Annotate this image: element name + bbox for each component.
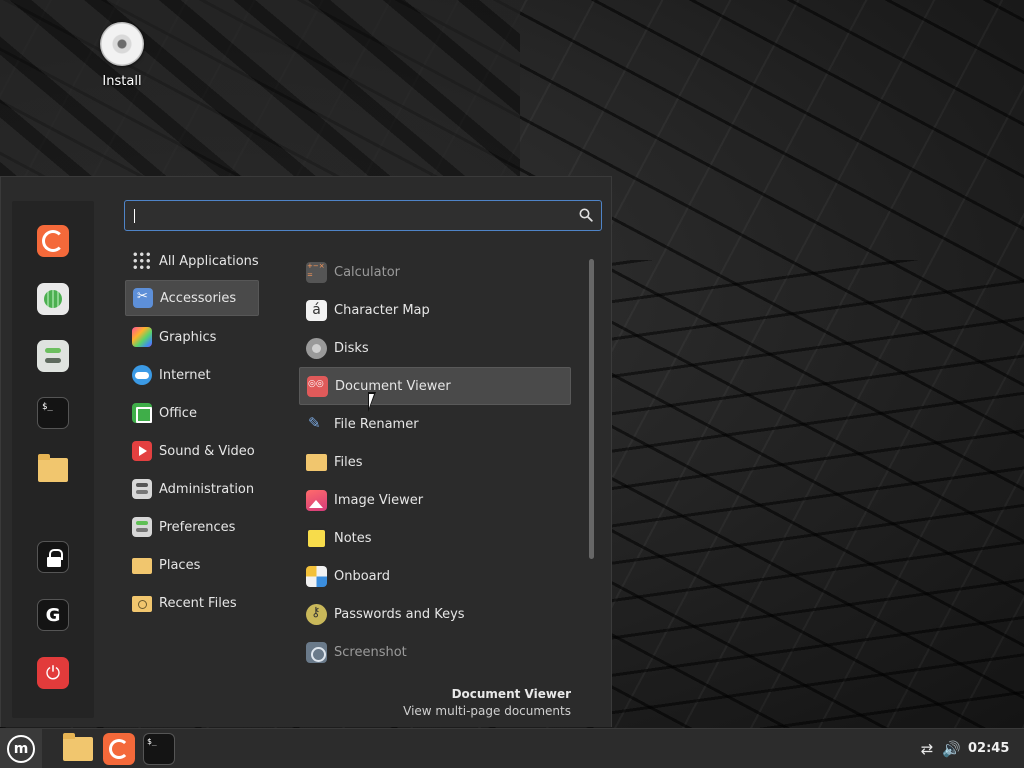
power-icon[interactable]: ⏻ (37, 657, 69, 689)
category-preferences[interactable]: Preferences (125, 509, 259, 545)
app-disks[interactable]: Disks (299, 329, 571, 367)
category-accessories[interactable]: Accessories (125, 280, 259, 316)
app-label: Character Map (334, 302, 430, 318)
app-label: Calculator (334, 264, 401, 280)
category-label: Internet (159, 367, 211, 383)
calculator-icon (306, 261, 327, 283)
favorites-bar: $_ G ⏻ (12, 201, 94, 718)
app-onboard[interactable]: Onboard (299, 557, 571, 595)
app-character-map[interactable]: á Character Map (299, 291, 571, 329)
category-label: Places (159, 557, 201, 573)
app-image-viewer[interactable]: Image Viewer (299, 481, 571, 519)
folder-icon[interactable] (37, 454, 69, 486)
search-box[interactable] (124, 200, 602, 231)
sound-video-icon (132, 441, 152, 461)
scrollbar-thumb[interactable] (589, 259, 594, 559)
app-calculator[interactable]: Calculator (299, 253, 571, 291)
category-sound-video[interactable]: Sound & Video (125, 433, 259, 469)
category-label: All Applications (159, 253, 259, 269)
applications-list[interactable]: Calculator á Character Map Disks Documen… (299, 239, 579, 689)
category-label: Administration (159, 481, 255, 497)
terminal-icon[interactable]: $_ (143, 733, 175, 765)
app-label: File Renamer (334, 416, 419, 432)
app-screenshot[interactable]: Screenshot (299, 633, 571, 671)
lock-icon[interactable] (37, 541, 69, 573)
accessories-icon (133, 288, 153, 308)
firefox-icon[interactable] (103, 733, 135, 765)
category-recent-files[interactable]: Recent Files (125, 585, 259, 621)
desktop-icon-install[interactable]: Install (92, 22, 152, 89)
wallpaper-pattern (0, 0, 520, 180)
application-menu: $_ G ⏻ All Applications Accessories Grap… (0, 176, 612, 727)
settings-toggle-icon[interactable] (37, 340, 69, 372)
app-files[interactable]: Files (299, 443, 571, 481)
app-passwords-and-keys[interactable]: Passwords and Keys (299, 595, 571, 633)
screenshot-icon (306, 641, 327, 663)
software-manager-icon[interactable] (37, 283, 69, 315)
folder-icon (63, 733, 93, 761)
image-viewer-icon (306, 489, 327, 511)
folder-icon (132, 558, 152, 574)
text-caret (134, 209, 135, 223)
app-label: Onboard (334, 568, 391, 584)
disc-icon (100, 22, 144, 66)
category-label: Graphics (159, 329, 217, 345)
folder-icon (306, 453, 327, 471)
category-label: Recent Files (159, 595, 237, 611)
panel-launcher-files[interactable] (62, 733, 94, 765)
search-input[interactable] (131, 205, 571, 227)
wallpaper-lines (600, 260, 1024, 728)
file-renamer-icon (306, 414, 327, 435)
category-label: Accessories (160, 290, 237, 306)
category-label: Sound & Video (159, 443, 255, 459)
app-notes[interactable]: Notes (299, 519, 571, 557)
clock[interactable]: 02:45 (968, 741, 1009, 756)
menu-button[interactable]: m (0, 729, 42, 768)
recent-files-icon (132, 596, 152, 612)
category-graphics[interactable]: Graphics (125, 319, 259, 355)
app-label: Files (334, 454, 363, 470)
preferences-icon (132, 517, 152, 537)
category-administration[interactable]: Administration (125, 471, 259, 507)
app-label: Notes (334, 530, 372, 546)
search-icon[interactable] (579, 208, 593, 222)
administration-icon (132, 479, 152, 499)
mint-logo-icon: m (7, 735, 35, 763)
app-label: Passwords and Keys (334, 606, 465, 622)
category-places[interactable]: Places (125, 547, 259, 583)
firefox-icon[interactable] (37, 225, 69, 257)
mouse-pointer-icon (368, 392, 384, 412)
passwords-keys-icon (306, 603, 327, 625)
app-file-renamer[interactable]: File Renamer (299, 405, 571, 443)
category-all-applications[interactable]: All Applications (125, 243, 259, 279)
app-label: Document Viewer (335, 378, 451, 394)
terminal-icon[interactable]: $_ (37, 397, 69, 429)
app-label: Screenshot (334, 644, 407, 660)
category-internet[interactable]: Internet (125, 357, 259, 393)
graphics-icon (132, 327, 152, 347)
category-label: Preferences (159, 519, 236, 535)
grid-icon (132, 251, 152, 271)
app-description-subtitle: View multi-page documents (403, 704, 571, 718)
category-label: Office (159, 405, 197, 421)
onboard-icon (306, 565, 327, 587)
category-office[interactable]: Office (125, 395, 259, 431)
disks-icon (306, 337, 327, 359)
app-label: Disks (334, 340, 369, 356)
notes-icon (306, 527, 327, 549)
app-document-viewer[interactable]: Document Viewer (299, 367, 571, 405)
desktop-icon-label: Install (102, 74, 142, 89)
app-description-title: Document Viewer (451, 687, 571, 701)
internet-icon (132, 365, 152, 385)
taskbar-panel: m $_ ⇄ 🔊 02:45 (0, 728, 1024, 768)
document-viewer-icon (307, 375, 328, 397)
office-icon (132, 403, 152, 423)
character-map-icon: á (306, 299, 327, 321)
logout-icon[interactable]: G (37, 599, 69, 631)
volume-icon[interactable]: 🔊 (942, 740, 961, 758)
app-label: Image Viewer (334, 492, 424, 508)
network-disconnected-icon[interactable]: ⇄ (918, 740, 936, 758)
